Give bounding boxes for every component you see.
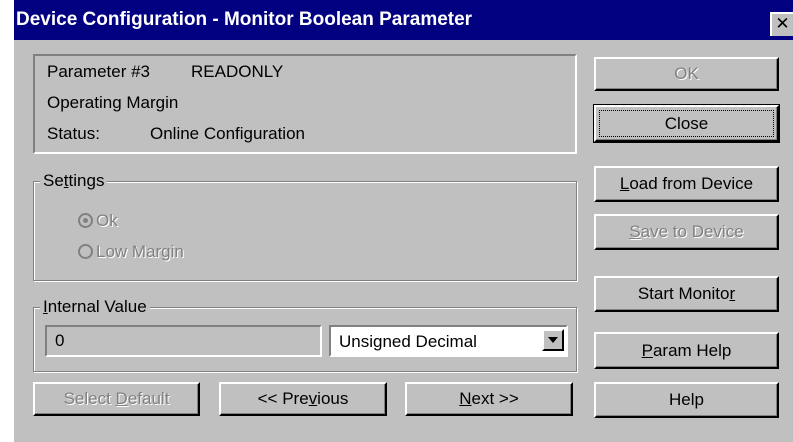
dropdown-arrow-button[interactable] (542, 329, 564, 351)
radio-ok[interactable]: Ok (78, 211, 118, 233)
internal-value-field[interactable]: 0 (45, 325, 322, 357)
previous-button[interactable]: << Previous (219, 382, 387, 416)
status-value: Online Configuration (150, 124, 305, 143)
radio-selected-icon (78, 213, 93, 228)
parameter-info-panel: Parameter #3 READONLY Operating Margin S… (33, 54, 577, 154)
next-button[interactable]: Next >> (405, 382, 573, 416)
ok-button[interactable]: OK (594, 57, 779, 91)
window-title: Device Configuration - Monitor Boolean P… (16, 9, 473, 30)
access-mode: READONLY (191, 62, 284, 81)
radio-unselected-icon (78, 244, 93, 259)
parameter-number: Parameter #3 (47, 62, 150, 81)
close-button[interactable]: Close (593, 104, 780, 143)
status-label: Status: (47, 124, 100, 143)
param-help-button[interactable]: Param Help (594, 332, 779, 369)
save-to-device-button[interactable]: Save to Device (594, 214, 779, 250)
settings-group-label: Settings (40, 171, 108, 191)
parameter-name: Operating Margin (47, 93, 179, 112)
radio-low-margin[interactable]: Low Margin (78, 242, 184, 264)
format-select-value: Unsigned Decimal (339, 332, 477, 351)
select-default-button[interactable]: Select Default (33, 382, 200, 416)
help-button[interactable]: Help (594, 382, 779, 418)
dialog-window: Device Configuration - Monitor Boolean P… (14, 0, 793, 442)
chevron-down-icon (548, 337, 558, 343)
internal-value-group-label: Internal Value (40, 297, 150, 317)
radio-ok-label: Ok (96, 211, 118, 230)
radio-low-margin-label: Low Margin (96, 242, 184, 261)
settings-group: Settings Ok Low Margin (33, 171, 577, 281)
close-window-button[interactable]: ✕ (770, 12, 793, 36)
title-bar[interactable]: Device Configuration - Monitor Boolean P… (14, 0, 793, 40)
format-select[interactable]: Unsigned Decimal (329, 325, 568, 357)
load-from-device-button[interactable]: Load from Device (594, 166, 779, 202)
start-monitor-button[interactable]: Start Monitor (594, 276, 779, 312)
close-icon: ✕ (775, 14, 790, 33)
